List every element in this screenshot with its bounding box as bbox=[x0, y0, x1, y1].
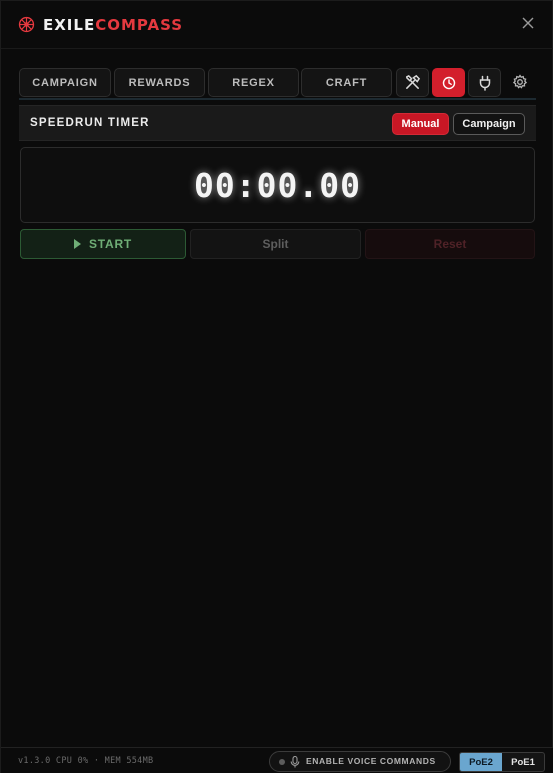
voice-commands-label: ENABLE VOICE COMMANDS bbox=[306, 756, 436, 766]
section-title: SPEEDRUN TIMER bbox=[30, 117, 150, 129]
tab-campaign[interactable]: CAMPAIGN bbox=[19, 68, 111, 97]
game-version-toggle: PoE2 PoE1 bbox=[459, 752, 545, 772]
version-poe1-button[interactable]: PoE1 bbox=[502, 753, 544, 771]
app-title: EXILECOMPASS bbox=[43, 16, 183, 34]
plug-icon bbox=[479, 75, 490, 91]
main-tab-bar: CAMPAIGN REWARDS REGEX CRAFT bbox=[19, 68, 536, 100]
timer-panel: 00:00.00 bbox=[20, 147, 535, 223]
title-bar: EXILECOMPASS bbox=[1, 1, 553, 49]
reset-button[interactable]: Reset bbox=[365, 229, 535, 259]
brand-exile: EXILE bbox=[43, 16, 96, 34]
close-icon[interactable] bbox=[520, 15, 536, 31]
brand-compass: COMPASS bbox=[95, 16, 184, 34]
microphone-icon bbox=[290, 756, 300, 768]
voice-status-dot bbox=[279, 759, 285, 765]
split-button[interactable]: Split bbox=[190, 229, 361, 259]
tab-craft[interactable]: CRAFT bbox=[301, 68, 392, 97]
status-bar: v1.3.0 CPU 0% · MEM 554MB ENABLE VOICE C… bbox=[1, 747, 553, 773]
clock-icon bbox=[442, 76, 455, 89]
timer-section-header: SPEEDRUN TIMER Manual Campaign bbox=[19, 105, 536, 141]
compass-logo-icon bbox=[18, 16, 35, 33]
system-status: v1.3.0 CPU 0% · MEM 554MB bbox=[18, 756, 154, 766]
tab-tools[interactable] bbox=[396, 68, 429, 97]
gear-icon bbox=[512, 74, 528, 89]
settings-button[interactable] bbox=[508, 70, 532, 94]
tab-rewards[interactable]: REWARDS bbox=[114, 68, 205, 97]
tools-icon bbox=[406, 74, 421, 89]
timer-display: 00:00.00 bbox=[194, 165, 361, 205]
start-label: START bbox=[88, 237, 133, 251]
campaign-mode-button[interactable]: Campaign bbox=[453, 113, 525, 135]
manual-mode-button[interactable]: Manual bbox=[392, 113, 449, 135]
app-window: EXILECOMPASS CAMPAIGN REWARDS REGEX CRAF… bbox=[0, 0, 553, 773]
play-icon bbox=[73, 239, 81, 249]
start-button[interactable]: START bbox=[20, 229, 186, 259]
tab-regex[interactable]: REGEX bbox=[208, 68, 299, 97]
tab-bar-divider bbox=[19, 98, 536, 100]
version-poe2-button[interactable]: PoE2 bbox=[460, 753, 502, 771]
voice-commands-toggle[interactable]: ENABLE VOICE COMMANDS bbox=[269, 751, 451, 772]
tab-timer[interactable] bbox=[432, 68, 465, 97]
tab-plugins[interactable] bbox=[468, 68, 501, 97]
